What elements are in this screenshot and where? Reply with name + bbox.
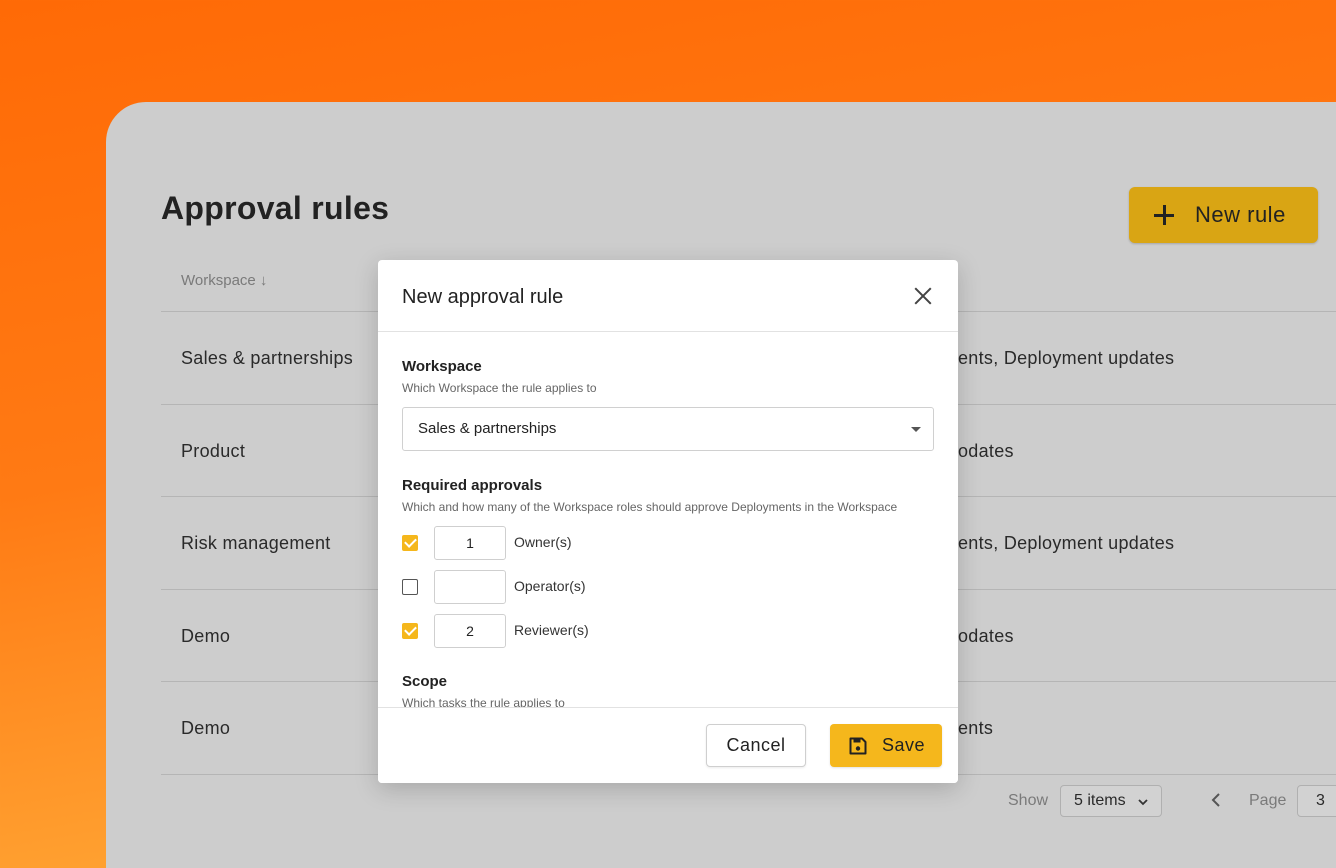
reviewer-label: Reviewer(s)	[514, 622, 589, 638]
scope-section-title: Scope	[402, 673, 448, 690]
operator-count-input[interactable]	[434, 570, 506, 604]
workspace-section-description: Which Workspace the rule applies to	[402, 381, 597, 395]
page-number-input[interactable]: 3	[1297, 785, 1336, 817]
cancel-button[interactable]: Cancel	[706, 724, 806, 767]
operator-checkbox[interactable]	[402, 579, 418, 595]
reviewer-count-input[interactable]: 2	[434, 614, 506, 648]
page-title: Approval rules	[161, 190, 390, 226]
workspace-section-title: Workspace	[402, 358, 482, 375]
reviewer-checkbox[interactable]	[402, 623, 418, 639]
workspace-select-value: Sales & partnerships	[418, 420, 557, 437]
workspace-select[interactable]: Sales & partnerships	[402, 407, 934, 451]
chevron-down-icon	[1138, 799, 1148, 806]
table-row-workspace[interactable]: Product	[181, 441, 245, 462]
plus-icon	[1151, 202, 1177, 228]
dialog-footer: Cancel Save	[378, 707, 958, 783]
owner-checkbox[interactable]	[402, 535, 418, 551]
dialog-body: Workspace Which Workspace the rule appli…	[378, 332, 958, 708]
dialog-title: New approval rule	[402, 286, 564, 308]
column-header-workspace[interactable]: Workspace ↓	[181, 272, 267, 289]
save-label: Save	[882, 735, 926, 755]
table-row-workspace[interactable]: Demo	[181, 626, 230, 647]
table-row-workspace[interactable]: Sales & partnerships	[181, 348, 353, 369]
approval-role-row: 2 Reviewer(s)	[402, 614, 702, 648]
table-row-notifications: odates	[958, 626, 1014, 646]
approval-role-row: Operator(s)	[402, 570, 702, 604]
table-row-notifications: odates	[958, 441, 1014, 461]
items-per-page-value: 5 items	[1074, 792, 1126, 809]
table-row-workspace[interactable]: Demo	[181, 718, 230, 739]
table-row-workspace[interactable]: Risk management	[181, 533, 331, 554]
items-per-page-select[interactable]: 5 items	[1060, 785, 1162, 817]
new-rule-label: New rule	[1195, 202, 1286, 227]
table-row-notifications: ents, Deployment updates	[958, 348, 1175, 368]
show-label: Show	[1008, 792, 1049, 809]
dialog-header: New approval rule	[378, 260, 958, 332]
owner-count-input[interactable]: 1	[434, 526, 506, 560]
new-approval-rule-dialog: New approval rule Workspace Which Worksp…	[378, 260, 958, 783]
approvals-section-title: Required approvals	[402, 477, 543, 494]
save-icon	[849, 737, 867, 754]
new-rule-button[interactable]: New rule	[1129, 187, 1318, 243]
chevron-left-icon[interactable]	[1209, 790, 1223, 810]
owner-label: Owner(s)	[514, 534, 572, 550]
save-button[interactable]: Save	[830, 724, 942, 767]
close-icon[interactable]	[914, 287, 932, 305]
page-label: Page	[1249, 792, 1287, 809]
table-row-notifications: ents	[958, 718, 994, 738]
table-row-notifications: ents, Deployment updates	[958, 533, 1175, 553]
operator-label: Operator(s)	[514, 578, 586, 594]
approval-role-row: 1 Owner(s)	[402, 526, 702, 560]
approvals-section-description: Which and how many of the Workspace role…	[402, 500, 898, 514]
caret-down-icon	[911, 427, 921, 432]
